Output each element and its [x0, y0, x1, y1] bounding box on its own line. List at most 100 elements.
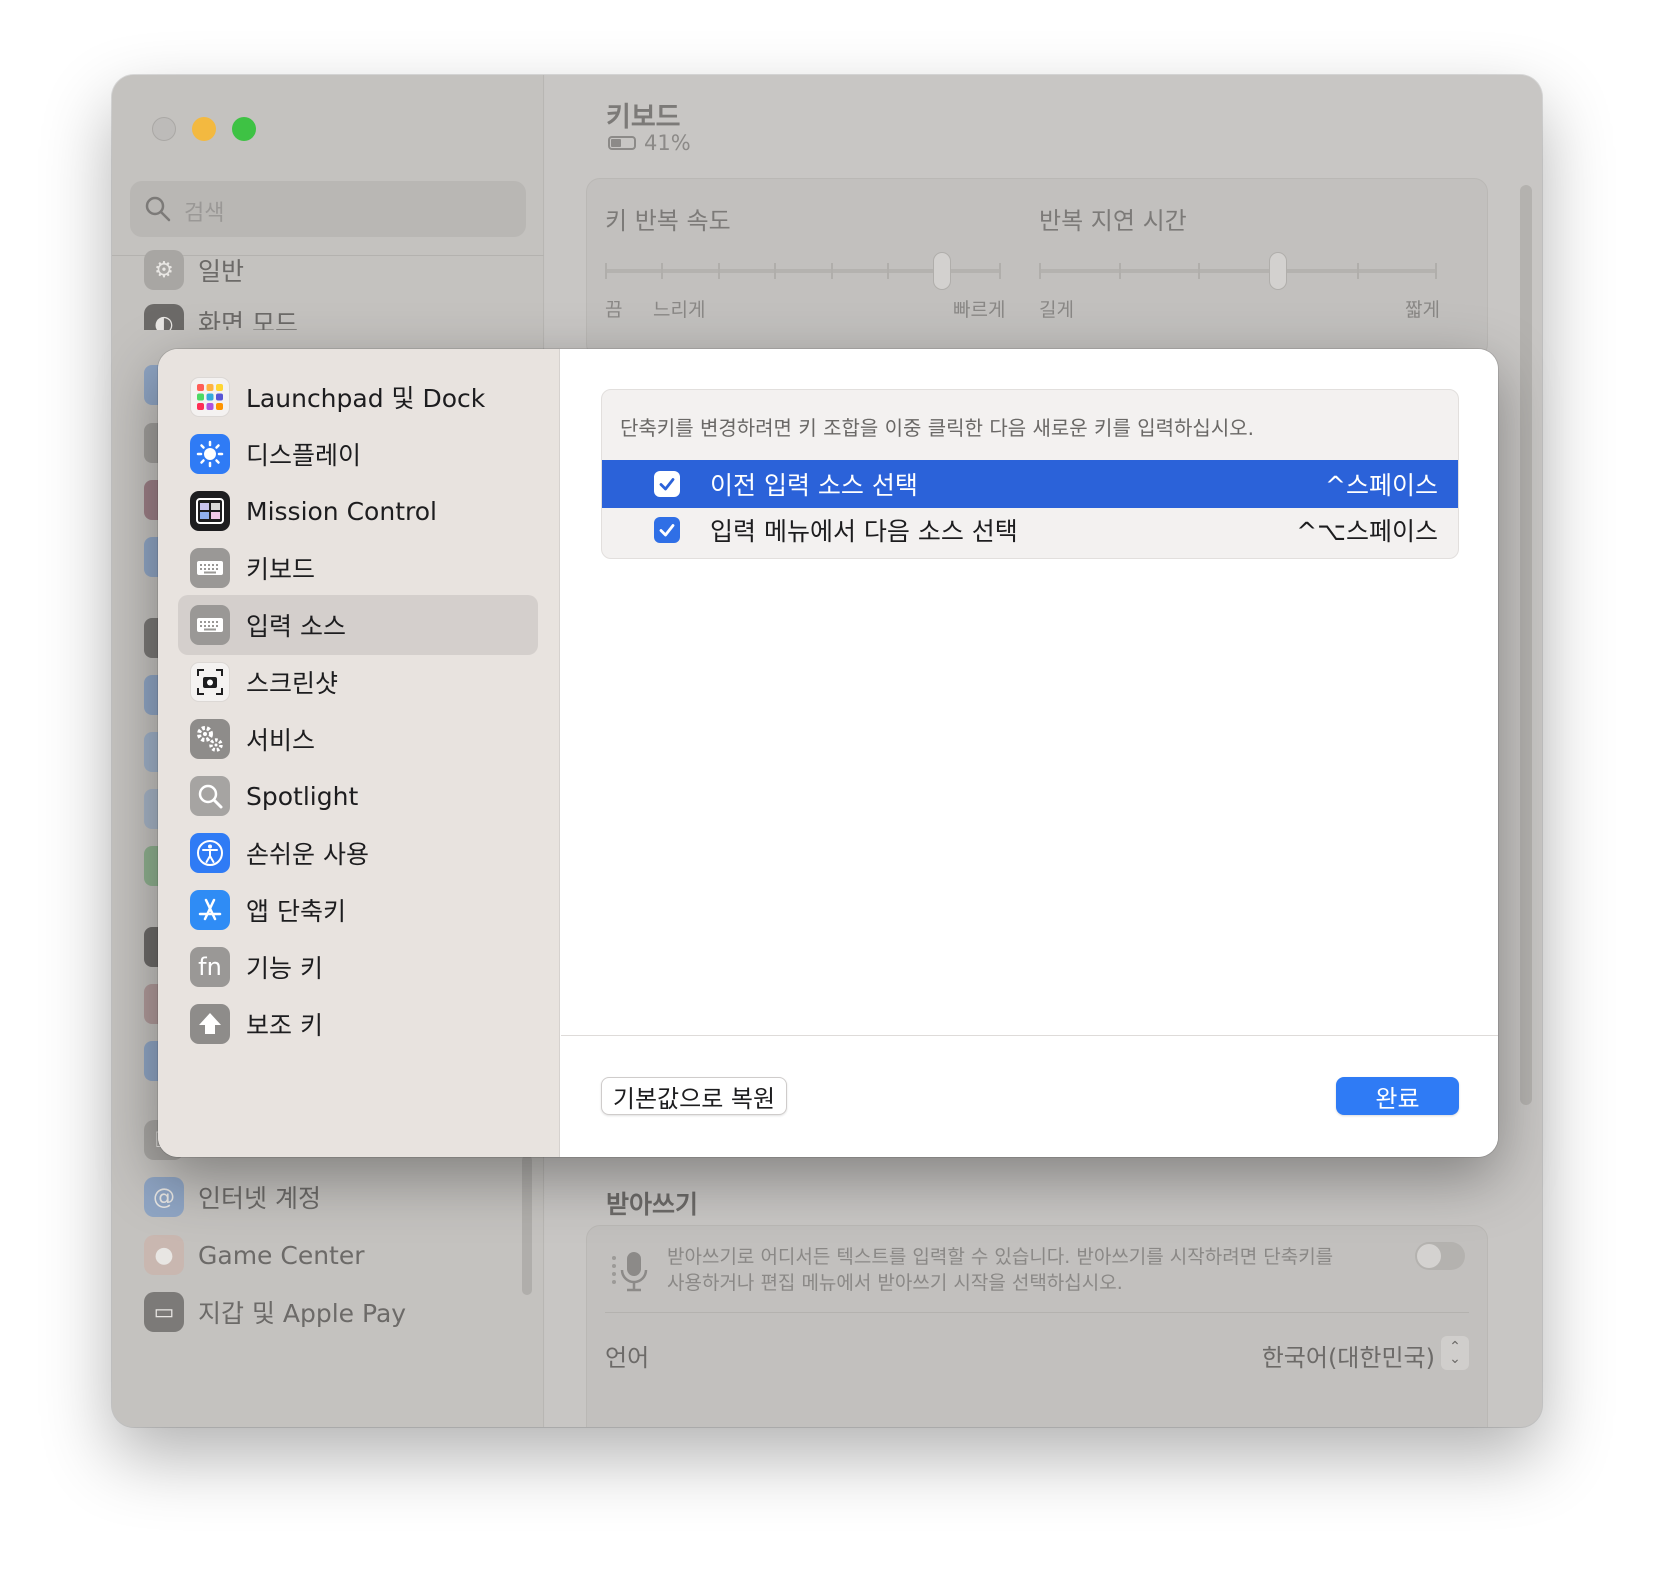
- category-label: Launchpad 및 Dock: [246, 384, 486, 413]
- search-field[interactable]: 검색: [130, 181, 526, 237]
- shortcut-row[interactable]: 이전 입력 소스 선택 ^스페이스: [602, 460, 1458, 508]
- key-repeat-card: 키 반복 속도 끔 느리게 빠르게 반복 지연 시간 길게 짧게: [586, 178, 1488, 358]
- spotlight-icon: [190, 776, 230, 816]
- done-button[interactable]: 완료: [1336, 1077, 1459, 1115]
- sidebar-item-label: Game Center: [198, 1240, 365, 1270]
- shortcuts-detail: 단축키를 변경하려면 키 조합을 이중 클릭한 다음 새로운 키를 입력하십시오…: [561, 349, 1498, 1157]
- slider-tick: [1357, 263, 1359, 279]
- sidebar-item-label: 인터넷 계정: [198, 1184, 321, 1213]
- category-services[interactable]: 서비스: [178, 709, 538, 769]
- slider-label-long: 길게: [1039, 299, 1074, 321]
- category-displays[interactable]: 디스플레이: [178, 424, 538, 484]
- mission-control-icon: [190, 491, 230, 531]
- repeat-delay-slider[interactable]: [1039, 269, 1437, 273]
- dictation-description-line: 받아쓰기로 어디서든 텍스트를 입력할 수 있습니다. 받아쓰기를 시작하려면 …: [667, 1246, 1334, 1268]
- dictation-description: 받아쓰기로 어디서든 텍스트를 입력할 수 있습니다. 받아쓰기를 시작하려면 …: [667, 1244, 1347, 1296]
- category-modifier-keys[interactable]: 보조 키: [178, 994, 538, 1054]
- category-label: Spotlight: [246, 781, 359, 811]
- accessibility-icon: [190, 833, 230, 873]
- slider-tick: [774, 263, 776, 279]
- minimize-window-button[interactable]: [192, 117, 216, 141]
- restore-defaults-button[interactable]: 기본값으로 복원: [601, 1077, 787, 1115]
- category-label: 스크린샷: [246, 669, 339, 698]
- footer-divider: [561, 1035, 1498, 1036]
- shortcut-name: 이전 입력 소스 선택: [710, 471, 918, 500]
- category-label: 기능 키: [246, 954, 323, 983]
- screenshot-icon: [190, 662, 230, 702]
- modifier-icon: [190, 1004, 230, 1044]
- keyboard-icon: [190, 605, 230, 645]
- keyboard-shortcuts-sheet: Launchpad 및 Dock 디스플레이 Mission Control 키…: [158, 349, 1498, 1157]
- sidebar-scrollbar[interactable]: [522, 1155, 532, 1295]
- dictation-section-title: 받아쓰기: [606, 1190, 699, 1219]
- battery-percent: 41%: [644, 131, 691, 155]
- repeat-delay-knob[interactable]: [1269, 252, 1287, 290]
- shortcut-checkbox[interactable]: [654, 517, 680, 543]
- slider-label-fast: 빠르게: [953, 299, 1006, 321]
- slider-label-slow: 느리게: [653, 299, 706, 321]
- sidebar-item-appearance[interactable]: ◐ 화면 모드: [144, 304, 298, 330]
- slider-label-off: 끔: [605, 299, 623, 321]
- sidebar-item-internet-accounts[interactable]: @ 인터넷 계정: [144, 1175, 321, 1219]
- chevron-down-icon: ⌄: [1449, 1351, 1461, 1367]
- category-label: 보조 키: [246, 1011, 323, 1040]
- divider: [605, 1312, 1469, 1313]
- game-center-icon: ●: [144, 1235, 184, 1275]
- keyboard-icon: [190, 548, 230, 588]
- category-app-shortcuts[interactable]: 앱 단축키: [178, 880, 538, 940]
- search-icon: [145, 196, 171, 222]
- category-spotlight[interactable]: Spotlight: [178, 766, 538, 826]
- sidebar-item-general[interactable]: ⚙ 일반: [144, 248, 244, 292]
- launchpad-icon: [190, 377, 230, 417]
- zoom-window-button[interactable]: [232, 117, 256, 141]
- shortcut-row[interactable]: 입력 메뉴에서 다음 소스 선택 ^⌥스페이스: [602, 506, 1458, 554]
- category-mission-control[interactable]: Mission Control: [178, 481, 538, 541]
- sidebar-item-label: 지갑 및 Apple Pay: [198, 1299, 407, 1328]
- page-title: 키보드: [606, 102, 681, 133]
- close-window-button[interactable]: [152, 117, 176, 141]
- language-label: 언어: [605, 1344, 650, 1372]
- category-launchpad-dock[interactable]: Launchpad 및 Dock: [178, 367, 538, 427]
- sidebar-item-wallet[interactable]: ▭ 지갑 및 Apple Pay: [144, 1290, 406, 1334]
- category-screenshots[interactable]: 스크린샷: [178, 652, 538, 712]
- instruction-text: 단축키를 변경하려면 키 조합을 이중 클릭한 다음 새로운 키를 입력하십시오…: [620, 416, 1254, 440]
- slider-tick: [999, 263, 1001, 279]
- category-label: 디스플레이: [246, 441, 362, 470]
- category-label: 손쉬운 사용: [246, 840, 369, 869]
- shortcut-checkbox[interactable]: [654, 471, 680, 497]
- slider-tick: [1119, 263, 1121, 279]
- category-label: 키보드: [246, 555, 316, 584]
- category-label: 서비스: [246, 726, 316, 755]
- category-function-keys[interactable]: fn 기능 키: [178, 937, 538, 997]
- microphone-icon: [612, 1252, 648, 1292]
- slider-label-short: 짧게: [1405, 299, 1440, 321]
- appearance-icon: ◐: [144, 304, 184, 330]
- shortcut-keys[interactable]: ^스페이스: [1325, 466, 1438, 502]
- sidebar-item-label: 화면 모드: [198, 309, 298, 330]
- slider-tick: [605, 263, 607, 279]
- language-value[interactable]: 한국어(대한민국): [1262, 1338, 1435, 1373]
- category-input-sources[interactable]: 입력 소스: [178, 595, 538, 655]
- dictation-toggle[interactable]: [1415, 1242, 1465, 1270]
- checkmark-icon: [659, 524, 675, 537]
- at-icon: @: [144, 1177, 184, 1217]
- language-popup-button[interactable]: ⌃ ⌄: [1441, 1336, 1469, 1370]
- search-placeholder: 검색: [184, 201, 225, 226]
- repeat-delay-title: 반복 지연 시간: [1039, 207, 1187, 235]
- category-accessibility[interactable]: 손쉬운 사용: [178, 823, 538, 883]
- main-scrollbar[interactable]: [1520, 185, 1532, 1105]
- dictation-card: 받아쓰기로 어디서든 텍스트를 입력할 수 있습니다. 받아쓰기를 시작하려면 …: [586, 1225, 1488, 1427]
- shortcut-list-panel: 단축키를 변경하려면 키 조합을 이중 클릭한 다음 새로운 키를 입력하십시오…: [601, 389, 1459, 559]
- slider-tick: [831, 263, 833, 279]
- shortcut-keys[interactable]: ^⌥스페이스: [1296, 512, 1438, 548]
- gear-icon: ⚙: [144, 250, 184, 290]
- category-label: 입력 소스: [246, 612, 346, 641]
- slider-tick: [1039, 263, 1041, 279]
- sidebar-item-game-center[interactable]: ● Game Center: [144, 1233, 365, 1277]
- services-icon: [190, 719, 230, 759]
- slider-tick: [887, 263, 889, 279]
- battery-icon: [608, 136, 636, 150]
- category-keyboard[interactable]: 키보드: [178, 538, 538, 598]
- key-repeat-rate-knob[interactable]: [933, 252, 951, 290]
- sidebar-item-label: 일반: [198, 257, 245, 286]
